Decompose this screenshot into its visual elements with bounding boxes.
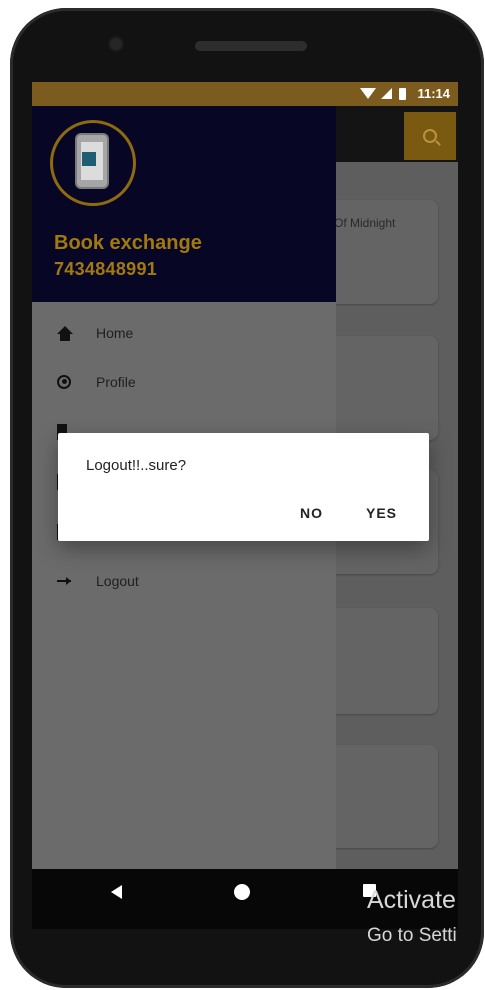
menu-item-logout[interactable]: Logout [32, 566, 336, 596]
book-card[interactable] [322, 608, 438, 714]
book-card[interactable]: Of Midnight [322, 200, 438, 304]
menu-label-profile: Profile [96, 374, 136, 390]
book-card[interactable] [322, 745, 438, 848]
front-camera [110, 38, 122, 50]
book-title: Of Midnight [334, 216, 396, 230]
search-button[interactable] [404, 112, 456, 160]
profile-icon [57, 375, 71, 389]
book-logo-mark [82, 152, 96, 166]
no-button[interactable]: NO [300, 505, 323, 521]
menu-item-profile[interactable]: Profile [32, 367, 336, 397]
arrow-right-icon [57, 577, 71, 585]
menu-label-logout: Logout [96, 573, 139, 589]
signal-icon [381, 88, 392, 99]
wifi-icon [360, 88, 376, 99]
app-logo [50, 120, 136, 206]
battery-icon [399, 88, 406, 100]
dialog-message: Logout!!..sure? [86, 457, 187, 474]
drawer-phone-number: 7434848991 [54, 259, 158, 279]
search-icon [423, 129, 437, 143]
menu-label-home: Home [96, 325, 134, 341]
status-bar: 11:14 [32, 82, 458, 106]
back-icon[interactable] [111, 885, 122, 899]
phone-book-logo-icon [75, 133, 109, 189]
yes-button[interactable]: YES [366, 505, 397, 521]
menu-item-home[interactable]: Home [32, 318, 336, 348]
logout-dialog: Logout!!..sure? NO YES [58, 433, 429, 541]
watermark-title: Activate [367, 886, 456, 914]
status-time: 11:14 [417, 86, 450, 101]
home-icon [57, 326, 73, 341]
book-card[interactable] [322, 336, 438, 440]
drawer-app-name: Book exchange [54, 232, 202, 254]
watermark-subtitle: Go to Setti [367, 925, 457, 946]
drawer-header: Book exchange 7434848991 [32, 106, 336, 302]
phone-speaker [195, 41, 307, 51]
home-nav-icon[interactable] [234, 884, 250, 900]
